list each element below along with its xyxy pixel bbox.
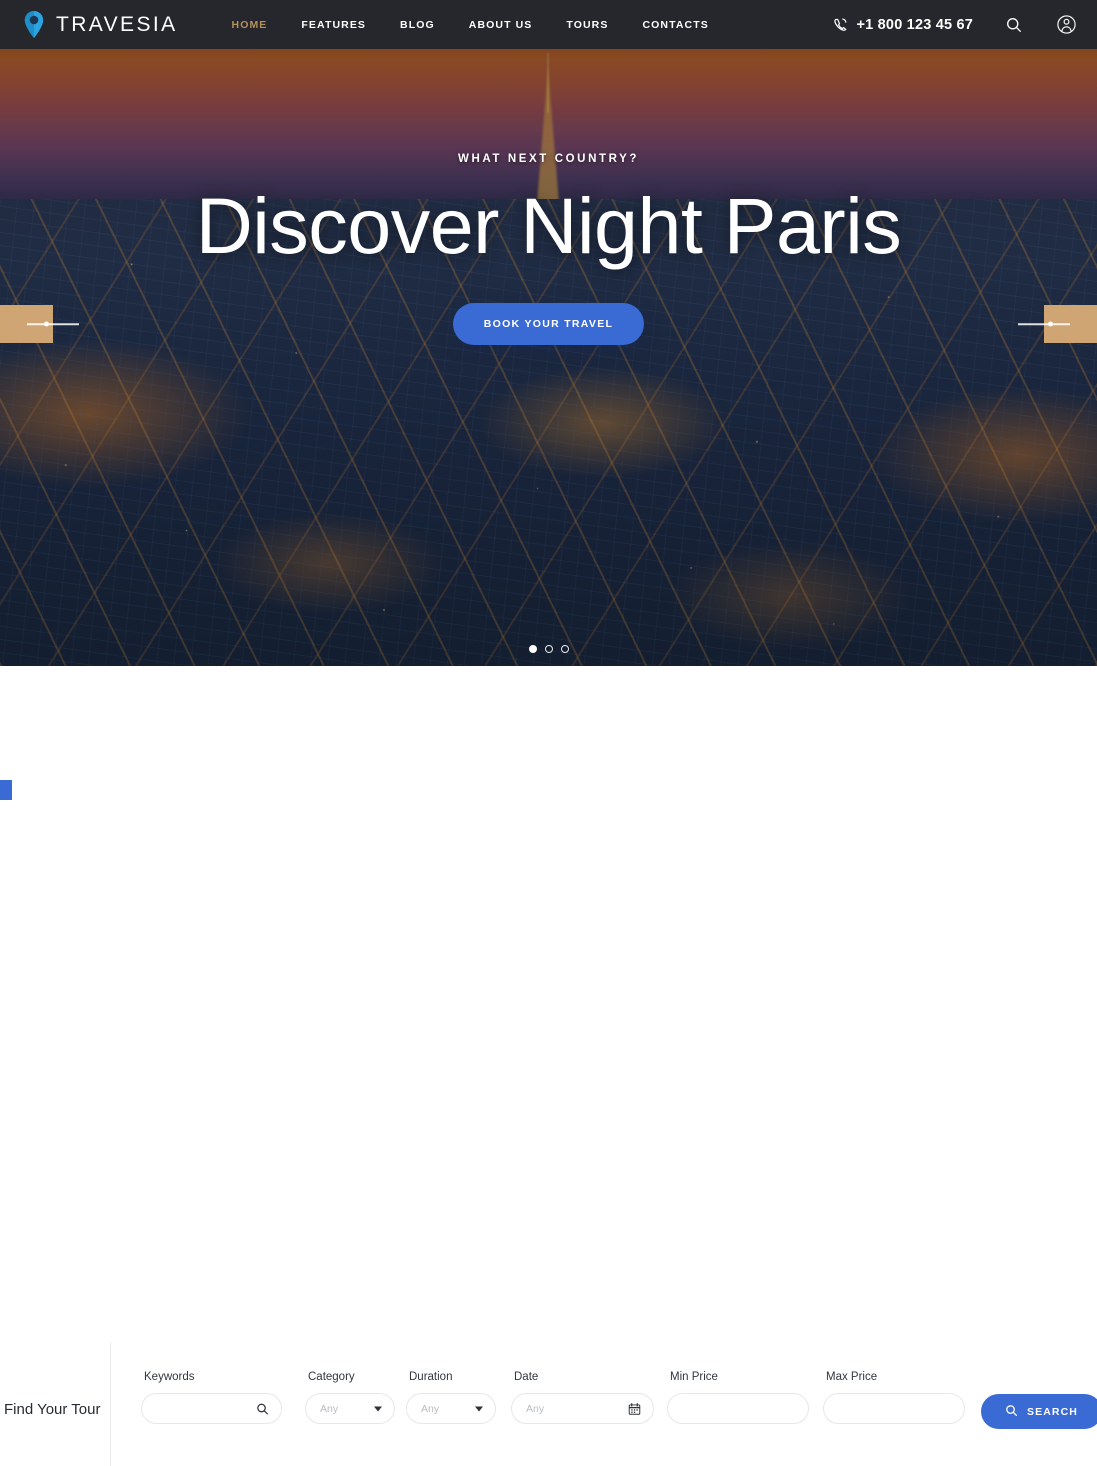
site-header: TRAVESIA HOME FEATURES BLOG ABOUT US TOU…: [0, 0, 1097, 49]
brand-logo[interactable]: TRAVESIA: [22, 10, 178, 39]
field-keywords: Keywords: [141, 1371, 282, 1424]
slider-pagination: [528, 645, 569, 653]
nav-item-blog[interactable]: BLOG: [383, 19, 452, 31]
field-label-duration: Duration: [409, 1371, 453, 1383]
date-control[interactable]: [511, 1393, 654, 1424]
prev-arrow-line: [27, 323, 79, 325]
field-label-category: Category: [308, 1371, 355, 1383]
search-button-label: SEARCH: [1027, 1405, 1078, 1418]
phone-icon: [833, 17, 848, 32]
min-price-control[interactable]: [667, 1393, 809, 1424]
side-accent-tab: [0, 780, 12, 800]
keywords-control[interactable]: [141, 1393, 282, 1424]
search-icon: [256, 1402, 269, 1415]
field-label-max-price: Max Price: [826, 1371, 878, 1383]
phone-link[interactable]: +1 800 123 45 67: [833, 17, 974, 33]
search-button[interactable]: SEARCH: [981, 1394, 1097, 1429]
chevron-down-icon: [475, 1406, 483, 1411]
field-label-date: Date: [514, 1371, 539, 1383]
calendar-icon: [628, 1402, 641, 1415]
main-navigation: HOME FEATURES BLOG ABOUT US TOURS CONTAC…: [215, 19, 726, 31]
hero-slider: WHAT NEXT COUNTRY? Discover Night Paris …: [0, 49, 1097, 666]
search-panel-title: Find Your Tour: [4, 1401, 101, 1418]
field-date: Date: [511, 1371, 654, 1424]
brand-name: TRAVESIA: [56, 12, 178, 36]
prev-arrow-knob: [44, 321, 49, 327]
nav-item-about-us[interactable]: ABOUT US: [452, 19, 550, 31]
hero-content: WHAT NEXT COUNTRY? Discover Night Paris …: [0, 49, 1097, 666]
nav-item-home[interactable]: HOME: [215, 19, 285, 31]
slider-dot-3[interactable]: [560, 645, 569, 653]
field-duration: Duration: [406, 1371, 496, 1424]
nav-item-contacts[interactable]: CONTACTS: [625, 19, 725, 31]
date-input[interactable]: [526, 1394, 639, 1423]
category-value[interactable]: [320, 1394, 380, 1423]
chevron-down-icon: [374, 1406, 382, 1411]
hero-title: Discover Night Paris: [195, 181, 902, 270]
category-select[interactable]: [305, 1393, 395, 1424]
field-category: Category: [305, 1371, 395, 1424]
tour-search-panel: Find Your Tour Keywords Category Duratio…: [0, 666, 1097, 1466]
panel-divider: [110, 1343, 111, 1466]
field-label-min-price: Min Price: [670, 1371, 718, 1383]
duration-value[interactable]: [421, 1394, 481, 1423]
location-pin-icon: [22, 10, 46, 39]
nav-item-features[interactable]: FEATURES: [284, 19, 383, 31]
slider-prev-arrow[interactable]: [0, 305, 79, 343]
search-icon[interactable]: [1003, 14, 1025, 36]
min-price-input[interactable]: [682, 1394, 794, 1423]
duration-select[interactable]: [406, 1393, 496, 1424]
header-actions: +1 800 123 45 67: [833, 14, 1078, 36]
max-price-control[interactable]: [823, 1393, 965, 1424]
next-arrow-knob: [1048, 321, 1053, 327]
user-account-icon[interactable]: [1055, 14, 1077, 36]
book-your-travel-button[interactable]: BOOK YOUR TRAVEL: [452, 303, 645, 346]
search-icon: [1005, 1404, 1018, 1420]
next-arrow-line: [1018, 323, 1070, 325]
field-min-price: Min Price: [667, 1371, 809, 1424]
hero-eyebrow: WHAT NEXT COUNTRY?: [458, 153, 639, 165]
field-max-price: Max Price: [823, 1371, 965, 1424]
keywords-input[interactable]: [156, 1394, 267, 1423]
slider-dot-1[interactable]: [528, 645, 537, 653]
nav-item-tours[interactable]: TOURS: [549, 19, 625, 31]
field-label-keywords: Keywords: [144, 1371, 195, 1383]
slider-next-arrow[interactable]: [1018, 305, 1097, 343]
search-fields: Keywords Category Duration: [141, 1371, 1097, 1429]
max-price-input[interactable]: [838, 1394, 950, 1423]
phone-number: +1 800 123 45 67: [856, 16, 973, 33]
slider-dot-2[interactable]: [544, 645, 553, 653]
